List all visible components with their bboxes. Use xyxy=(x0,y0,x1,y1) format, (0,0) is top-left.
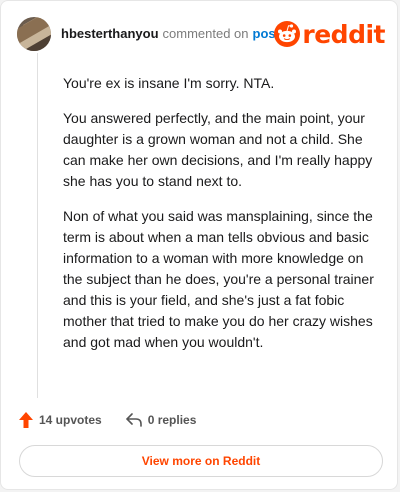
comment-paragraph: You answered perfectly, and the main poi… xyxy=(63,110,373,189)
username[interactable]: hbesterthanyou xyxy=(61,26,159,41)
upvote-count: 14 upvotes xyxy=(39,413,102,427)
reddit-logo-icon xyxy=(274,21,301,47)
avatar[interactable] xyxy=(17,17,51,51)
comment-text: You're ex is insane I'm sorry. NTA. You … xyxy=(63,73,379,367)
reply-icon xyxy=(125,413,142,427)
thread-line xyxy=(37,53,38,398)
view-more-button[interactable]: View more on Reddit xyxy=(19,445,383,477)
reply-count: 0 replies xyxy=(147,413,197,427)
comment-actions: 14 upvotes 0 replies xyxy=(19,409,220,431)
reddit-logo[interactable]: reddit xyxy=(274,17,385,51)
commented-on-label: commented on xyxy=(162,26,249,41)
reply-button[interactable]: 0 replies xyxy=(125,413,197,427)
comment-meta: hbesterthanyou commented on post xyxy=(61,26,280,42)
comment-paragraph: You're ex is insane I'm sorry. NTA. xyxy=(63,75,275,91)
reddit-wordmark: reddit xyxy=(302,19,385,49)
upvote-button[interactable]: 14 upvotes xyxy=(19,412,102,428)
embedded-comment-card: hbesterthanyou commented on post reddit Yo… xyxy=(0,0,398,490)
comment-paragraph: Non of what you said was mansplaining, s… xyxy=(63,208,374,350)
comment-header: hbesterthanyou commented on post reddit xyxy=(17,15,385,53)
upvote-arrow-icon xyxy=(19,412,33,428)
